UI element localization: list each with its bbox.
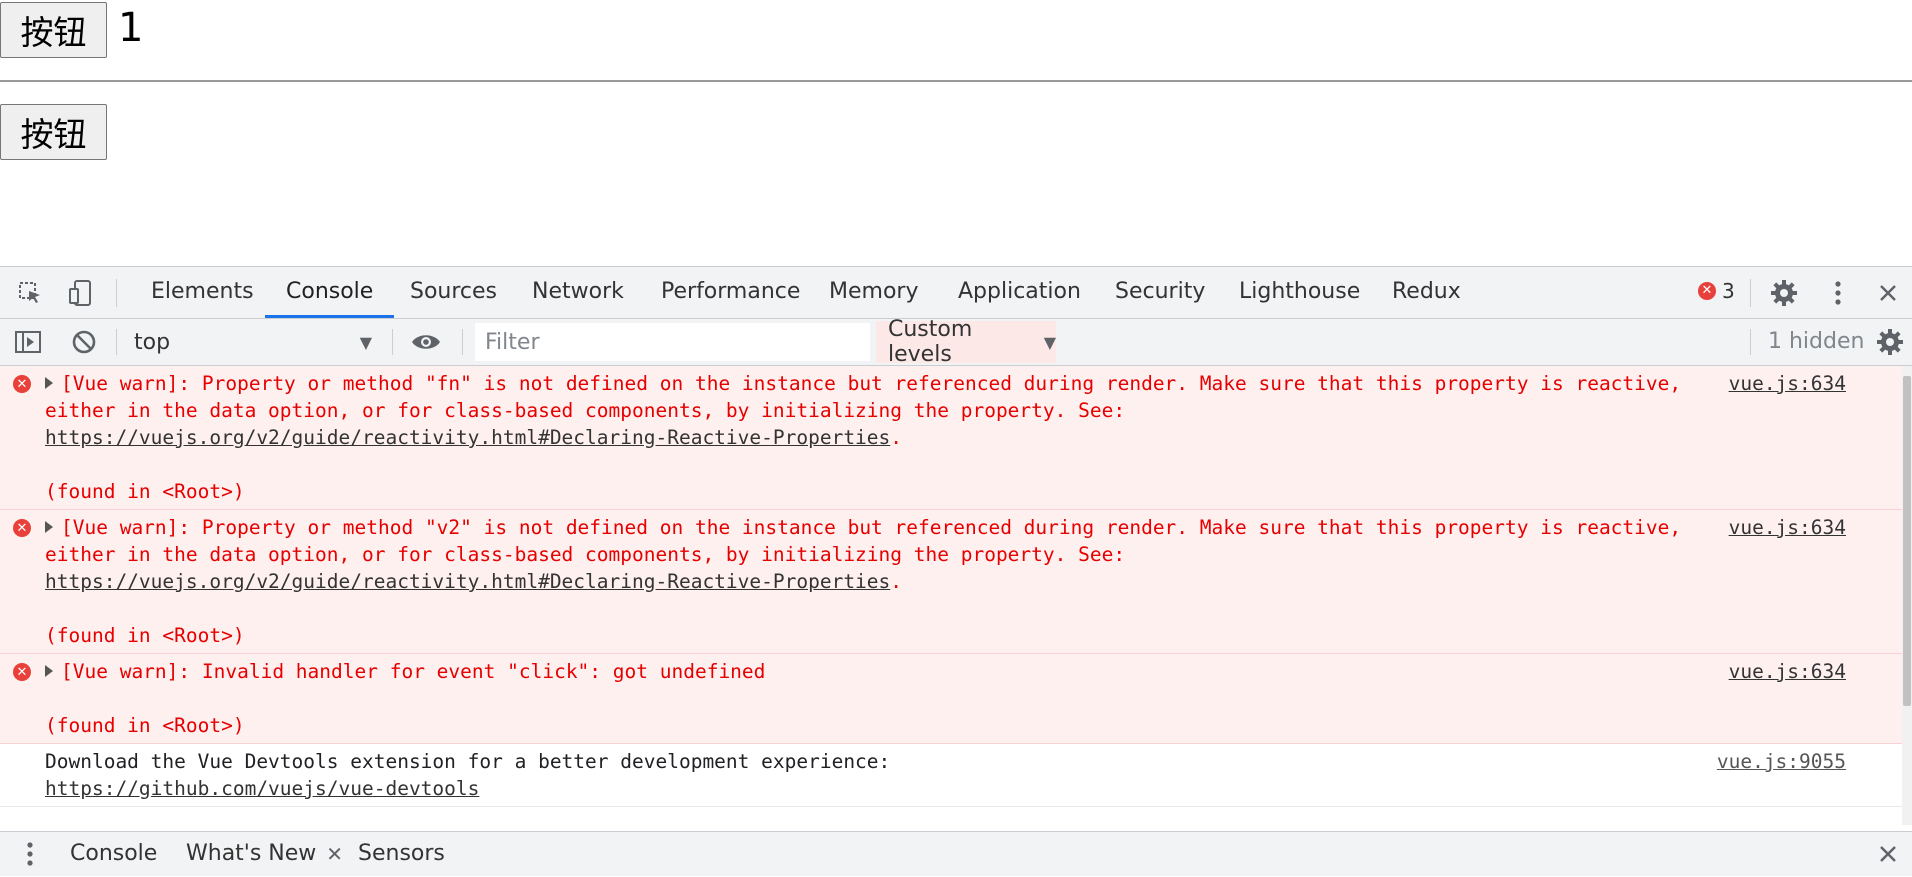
source-link[interactable]: vue.js:634 bbox=[1729, 514, 1846, 541]
sidebar-toggle-icon[interactable] bbox=[12, 327, 44, 357]
close-drawer-icon[interactable] bbox=[1872, 838, 1904, 870]
drawer-tab-label: Console bbox=[70, 841, 158, 866]
message-trail: . bbox=[890, 426, 903, 449]
console-message[interactable]: ✕ vue.js:634 [Vue warn]: Property or met… bbox=[0, 510, 1902, 654]
tab-application[interactable]: Application bbox=[937, 267, 1102, 318]
device-toolbar-icon[interactable] bbox=[62, 277, 98, 309]
message-text: [Vue warn]: Property or method "v2" is n… bbox=[45, 516, 1682, 566]
drawer-tab-whats-new[interactable]: What's New ✕ bbox=[186, 832, 343, 876]
message-link[interactable]: https://vuejs.org/v2/guide/reactivity.ht… bbox=[45, 570, 890, 593]
scrollbar-thumb[interactable] bbox=[1903, 376, 1911, 706]
separator bbox=[462, 329, 463, 355]
console-settings-gear-icon[interactable] bbox=[1874, 327, 1906, 357]
expand-triangle-icon[interactable] bbox=[45, 665, 53, 677]
levels-label: Custom levels bbox=[888, 317, 973, 367]
context-label: top bbox=[134, 329, 171, 355]
tab-elements[interactable]: Elements bbox=[130, 267, 275, 318]
tab-network[interactable]: Network bbox=[511, 267, 645, 318]
page-content: 按钮 1 按钮 bbox=[0, 0, 1912, 266]
source-link[interactable]: vue.js:634 bbox=[1729, 370, 1846, 397]
message-text: [Vue warn]: Invalid handler for event "c… bbox=[61, 660, 766, 683]
separator bbox=[116, 279, 117, 307]
tab-sources[interactable]: Sources bbox=[389, 267, 518, 318]
error-count: 3 bbox=[1722, 279, 1735, 303]
message-link[interactable]: https://vuejs.org/v2/guide/reactivity.ht… bbox=[45, 426, 890, 449]
context-selector[interactable]: top ▼ bbox=[124, 321, 382, 363]
console-scrollbar[interactable] bbox=[1902, 366, 1912, 825]
message-text: Download the Vue Devtools extension for … bbox=[45, 750, 891, 773]
more-options-icon[interactable] bbox=[1822, 277, 1854, 309]
console-toolbar: top ▼ Custom levels ▼ 1 hidden bbox=[0, 317, 1912, 367]
page-button-2[interactable]: 按钮 bbox=[0, 104, 107, 160]
drawer-tab-console[interactable]: Console bbox=[70, 832, 157, 876]
error-counter[interactable]: ✕ 3 bbox=[1698, 279, 1735, 303]
console-message[interactable]: ✕ vue.js:634 [Vue warn]: Invalid handler… bbox=[0, 654, 1902, 744]
separator bbox=[392, 329, 393, 355]
separator bbox=[116, 329, 117, 355]
hidden-messages-count: 1 hidden bbox=[1768, 329, 1865, 354]
drawer-tab-sensors[interactable]: Sensors bbox=[358, 832, 445, 876]
expand-triangle-icon[interactable] bbox=[45, 521, 53, 533]
tab-redux[interactable]: Redux bbox=[1371, 267, 1482, 318]
console-message[interactable]: vue.js:9055 Download the Vue Devtools ex… bbox=[0, 744, 1902, 807]
found-in-text: (found in <Root>) bbox=[45, 480, 245, 503]
tab-console[interactable]: Console bbox=[265, 267, 395, 318]
counter-value: 1 bbox=[118, 5, 144, 51]
source-link[interactable]: vue.js:634 bbox=[1729, 658, 1846, 685]
settings-gear-icon[interactable] bbox=[1768, 277, 1800, 309]
expand-triangle-icon[interactable] bbox=[45, 377, 53, 389]
tab-lighthouse[interactable]: Lighthouse bbox=[1218, 267, 1381, 318]
error-icon: ✕ bbox=[13, 375, 31, 393]
error-icon: ✕ bbox=[1698, 282, 1716, 300]
live-expression-eye-icon[interactable] bbox=[408, 327, 444, 357]
console-message[interactable]: ✕ vue.js:634 [Vue warn]: Property or met… bbox=[0, 366, 1902, 510]
clear-console-icon[interactable] bbox=[68, 327, 100, 357]
drawer-menu-icon[interactable] bbox=[20, 838, 40, 870]
log-levels-dropdown[interactable]: Custom levels ▼ bbox=[876, 317, 1056, 367]
horizontal-rule bbox=[0, 80, 1912, 82]
tab-memory[interactable]: Memory bbox=[808, 267, 939, 318]
message-link[interactable]: https://github.com/vuejs/vue-devtools bbox=[45, 777, 479, 800]
close-tab-icon[interactable]: ✕ bbox=[326, 831, 343, 877]
message-text: [Vue warn]: Property or method "fn" is n… bbox=[45, 372, 1682, 422]
filter-input[interactable] bbox=[475, 323, 870, 361]
page-button-1[interactable]: 按钮 bbox=[0, 2, 107, 58]
close-devtools-icon[interactable] bbox=[1872, 277, 1904, 309]
message-trail: . bbox=[890, 570, 903, 593]
devtools-drawer: Console What's New ✕ Sensors bbox=[0, 831, 1912, 876]
tab-performance[interactable]: Performance bbox=[640, 267, 821, 318]
console-messages: ✕ vue.js:634 [Vue warn]: Property or met… bbox=[0, 366, 1902, 825]
devtools-panel: Elements Console Sources Network Perform… bbox=[0, 266, 1912, 876]
tab-security[interactable]: Security bbox=[1094, 267, 1226, 318]
found-in-text: (found in <Root>) bbox=[45, 714, 245, 737]
found-in-text: (found in <Root>) bbox=[45, 624, 245, 647]
separator bbox=[1750, 329, 1751, 355]
drawer-tab-label: Sensors bbox=[358, 841, 445, 866]
dropdown-arrow-icon: ▼ bbox=[1043, 332, 1056, 352]
separator bbox=[1750, 279, 1751, 307]
inspect-element-icon[interactable] bbox=[12, 277, 48, 309]
drawer-tab-label: What's New bbox=[186, 841, 317, 866]
dropdown-arrow-icon: ▼ bbox=[359, 332, 372, 352]
error-icon: ✕ bbox=[13, 519, 31, 537]
devtools-tabbar: Elements Console Sources Network Perform… bbox=[0, 267, 1912, 319]
source-link[interactable]: vue.js:9055 bbox=[1717, 748, 1846, 775]
error-icon: ✕ bbox=[13, 663, 31, 681]
